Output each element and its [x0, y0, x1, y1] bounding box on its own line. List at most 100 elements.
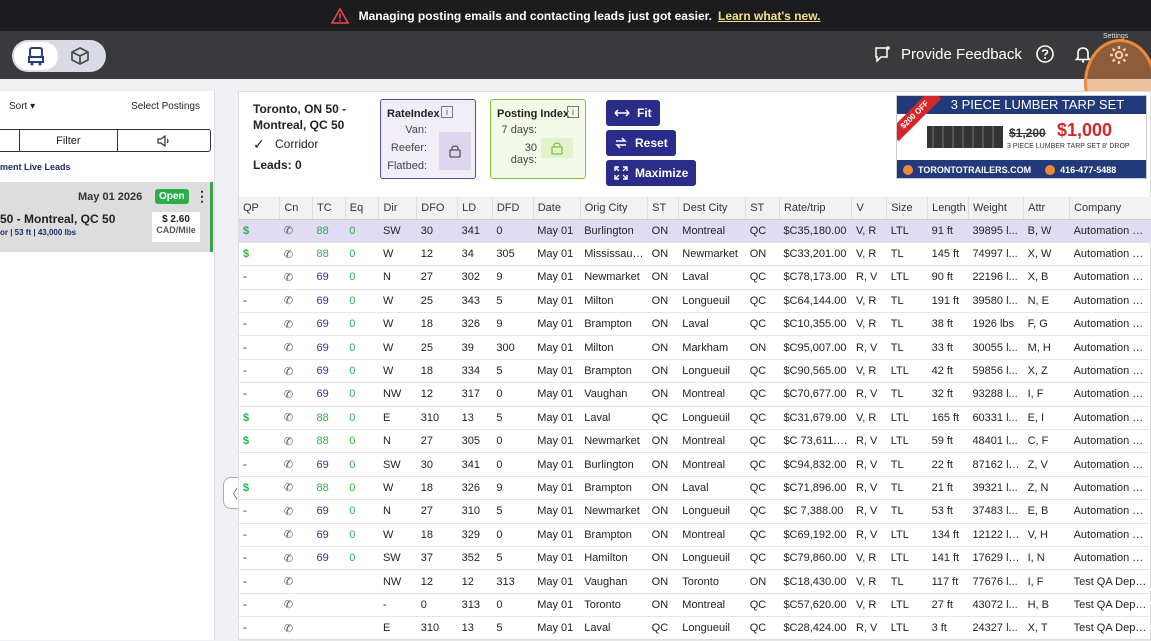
- table-row[interactable]: - ✆ 69 0 W 18 329 0 May 01 Brampton ON Montreal QC $C…: [239, 523, 1151, 547]
- table-row[interactable]: $ ✆ 88 0 N 27 305 0 May 01 Newmarket ON Montreal QC $…: [239, 429, 1151, 454]
- table-row[interactable]: $ ✆ 88 0 W 18 326 9 May 01 Brampton ON Laval QC $C71,…: [239, 476, 1151, 501]
- truck-mode-button[interactable]: [14, 42, 58, 70]
- table-cell: 12122 lbs: [968, 523, 1024, 547]
- rate-index-lock[interactable]: [439, 132, 471, 170]
- phone-icon[interactable]: ✆: [284, 272, 293, 284]
- table-cell: 352: [457, 546, 493, 571]
- column-header[interactable]: ST: [745, 197, 780, 220]
- table-cell: V, R: [851, 289, 887, 314]
- table-row[interactable]: - ✆ E 310 13 5 May 01 Laval QC Longueuil QC $C28,42…: [239, 616, 1151, 641]
- column-header[interactable]: Cn: [279, 197, 314, 220]
- column-header[interactable]: DFO: [416, 197, 459, 220]
- table-cell: 91 ft: [927, 219, 969, 243]
- phone-icon[interactable]: ✆: [284, 459, 293, 471]
- table-cell: May 01: [533, 546, 581, 571]
- column-header[interactable]: Orig City: [580, 197, 649, 220]
- phone-icon[interactable]: ✆: [284, 553, 293, 565]
- filter-left-segment[interactable]: [0, 130, 20, 151]
- table-cell: I, F: [1023, 382, 1070, 407]
- mode-switch[interactable]: [12, 40, 106, 72]
- select-postings-button[interactable]: Select Postings: [131, 101, 200, 112]
- column-header[interactable]: ST: [647, 197, 679, 220]
- table-row[interactable]: - ✆ 69 0 N 27 310 5 May 01 Newmarket ON Longueuil QC…: [239, 499, 1151, 524]
- table-row[interactable]: - ✆ 69 0 W 18 334 5 May 01 Brampton ON Longueuil QC $…: [239, 359, 1151, 384]
- table-row[interactable]: - ✆ 69 0 W 25 343 5 May 01 Milton ON Longueuil QC $C6…: [239, 289, 1151, 314]
- table-row[interactable]: $ ✆ 88 0 W 12 34 305 May 01 Mississauga ON Newmarke…: [239, 242, 1151, 267]
- table-cell: Automation Q...: [1069, 312, 1151, 337]
- column-header[interactable]: Weight: [968, 197, 1025, 220]
- phone-icon[interactable]: ✆: [284, 295, 293, 307]
- gear-icon[interactable]: [1108, 44, 1130, 66]
- info-icon[interactable]: i: [441, 106, 453, 118]
- phone-icon[interactable]: ✆: [284, 319, 293, 331]
- filter-button[interactable]: Filter: [20, 130, 118, 151]
- phone-icon[interactable]: ✆: [284, 436, 293, 448]
- phone-icon[interactable]: ✆: [284, 225, 293, 237]
- phone-icon[interactable]: ✆: [284, 366, 293, 378]
- table-cell: Toronto: [678, 569, 746, 594]
- column-header[interactable]: Attr: [1023, 197, 1071, 220]
- column-header[interactable]: LD: [457, 197, 493, 220]
- table-cell: SW: [378, 452, 417, 477]
- column-header[interactable]: Eq: [345, 197, 380, 220]
- column-header[interactable]: Dir: [378, 197, 418, 220]
- posting-index-lock[interactable]: [541, 138, 573, 158]
- table-row[interactable]: $ ✆ 88 0 E 310 13 5 May 01 Laval QC Longueuil QC $C31…: [239, 406, 1151, 431]
- learn-more-link[interactable]: Learn what's new.: [718, 9, 820, 23]
- phone-icon[interactable]: ✆: [284, 576, 293, 588]
- table-cell: 59856 l...: [968, 359, 1024, 384]
- phone-icon[interactable]: ✆: [284, 342, 293, 354]
- column-header[interactable]: Length: [927, 197, 969, 220]
- phone-icon[interactable]: ✆: [284, 623, 293, 635]
- table-cell: Newmarket: [580, 499, 648, 524]
- corridor-toggle[interactable]: ✓ Corridor: [253, 137, 318, 151]
- column-header[interactable]: TC: [312, 197, 346, 220]
- column-header[interactable]: V: [851, 197, 888, 220]
- maximize-button[interactable]: Maximize: [606, 160, 697, 186]
- table-row[interactable]: - ✆ -0 313 0 May 01 Toronto ON Montreal QC $C57,62…: [239, 593, 1151, 618]
- reset-button[interactable]: Reset: [606, 130, 676, 156]
- posting-card[interactable]: May 01 2026 Open ⋮ 50 - Montreal, QC 50 …: [0, 182, 213, 252]
- bell-icon[interactable]: [1073, 44, 1093, 64]
- info-icon[interactable]: i: [567, 106, 579, 118]
- table-row[interactable]: $ ✆ 88 0 SW 30 341 0 May 01 Burlington ON Montreal Q…: [239, 219, 1151, 243]
- table-cell: $: [239, 219, 280, 243]
- advertisement-banner[interactable]: 3 PIECE LUMBER TARP SET $200 OFF $1,200 …: [896, 95, 1147, 179]
- table-row[interactable]: - ✆ NW 12 12 313 May 01 Vaughan ON Toronto ON $C18,…: [239, 569, 1151, 594]
- phone-icon[interactable]: ✆: [284, 412, 293, 424]
- phone-icon[interactable]: ✆: [284, 389, 293, 401]
- table-cell: ✆: [279, 242, 313, 267]
- kebab-menu-icon[interactable]: ⋮: [195, 188, 209, 205]
- load-mode-button[interactable]: [58, 42, 102, 70]
- table-row[interactable]: - ✆ 69 0 NW 12 317 0 May 01 Vaughan ON Montreal QC $C…: [239, 382, 1151, 407]
- phone-icon[interactable]: ✆: [284, 599, 293, 611]
- column-header[interactable]: Company: [1069, 197, 1151, 220]
- column-header[interactable]: Dest City: [678, 197, 747, 220]
- phone-icon[interactable]: ✆: [284, 529, 293, 541]
- column-header[interactable]: QP: [239, 197, 281, 220]
- table-cell: Longueuil: [678, 359, 746, 384]
- sort-dropdown[interactable]: Sort ▾: [9, 101, 35, 112]
- column-header[interactable]: DFD: [492, 197, 534, 220]
- fit-button[interactable]: Fit: [606, 100, 660, 126]
- phone-icon[interactable]: ✆: [284, 506, 293, 518]
- table-cell: 69: [312, 546, 346, 571]
- table-cell: V, R: [851, 312, 887, 337]
- table-row[interactable]: - ✆ 69 0 W 18 326 9 May 01 Brampton ON Laval QC $C10,…: [239, 312, 1151, 337]
- table-row[interactable]: - ✆ 69 0 N 27 302 9 May 01 Newmarket ON Laval QC $C78…: [239, 265, 1151, 290]
- phone-icon[interactable]: ✆: [284, 482, 293, 494]
- table-row[interactable]: - ✆ 69 0 W 25 39 300 May 01 Milton ON Markham ON $C95…: [239, 335, 1151, 360]
- table-cell: R, V: [851, 429, 887, 454]
- provide-feedback-button[interactable]: Provide Feedback: [873, 44, 1022, 64]
- sound-toggle[interactable]: [118, 130, 210, 151]
- table-row[interactable]: - ✆ 69 0 SW 37 352 5 May 01 Hamilton ON Longueuil QC…: [239, 546, 1151, 571]
- column-header[interactable]: Rate/trip: [779, 197, 853, 220]
- column-header[interactable]: Date: [533, 197, 581, 220]
- column-header[interactable]: Size: [886, 197, 929, 220]
- table-row[interactable]: - ✆ 69 0 SW 30 341 0 May 01 Burlington ON Montreal Q…: [239, 452, 1151, 477]
- help-icon[interactable]: [1035, 44, 1055, 64]
- phone-icon[interactable]: ✆: [284, 249, 293, 261]
- table-cell: R, V: [851, 523, 887, 547]
- tarp-image: [927, 126, 1003, 148]
- ad-new-price: $1,000: [1057, 120, 1113, 140]
